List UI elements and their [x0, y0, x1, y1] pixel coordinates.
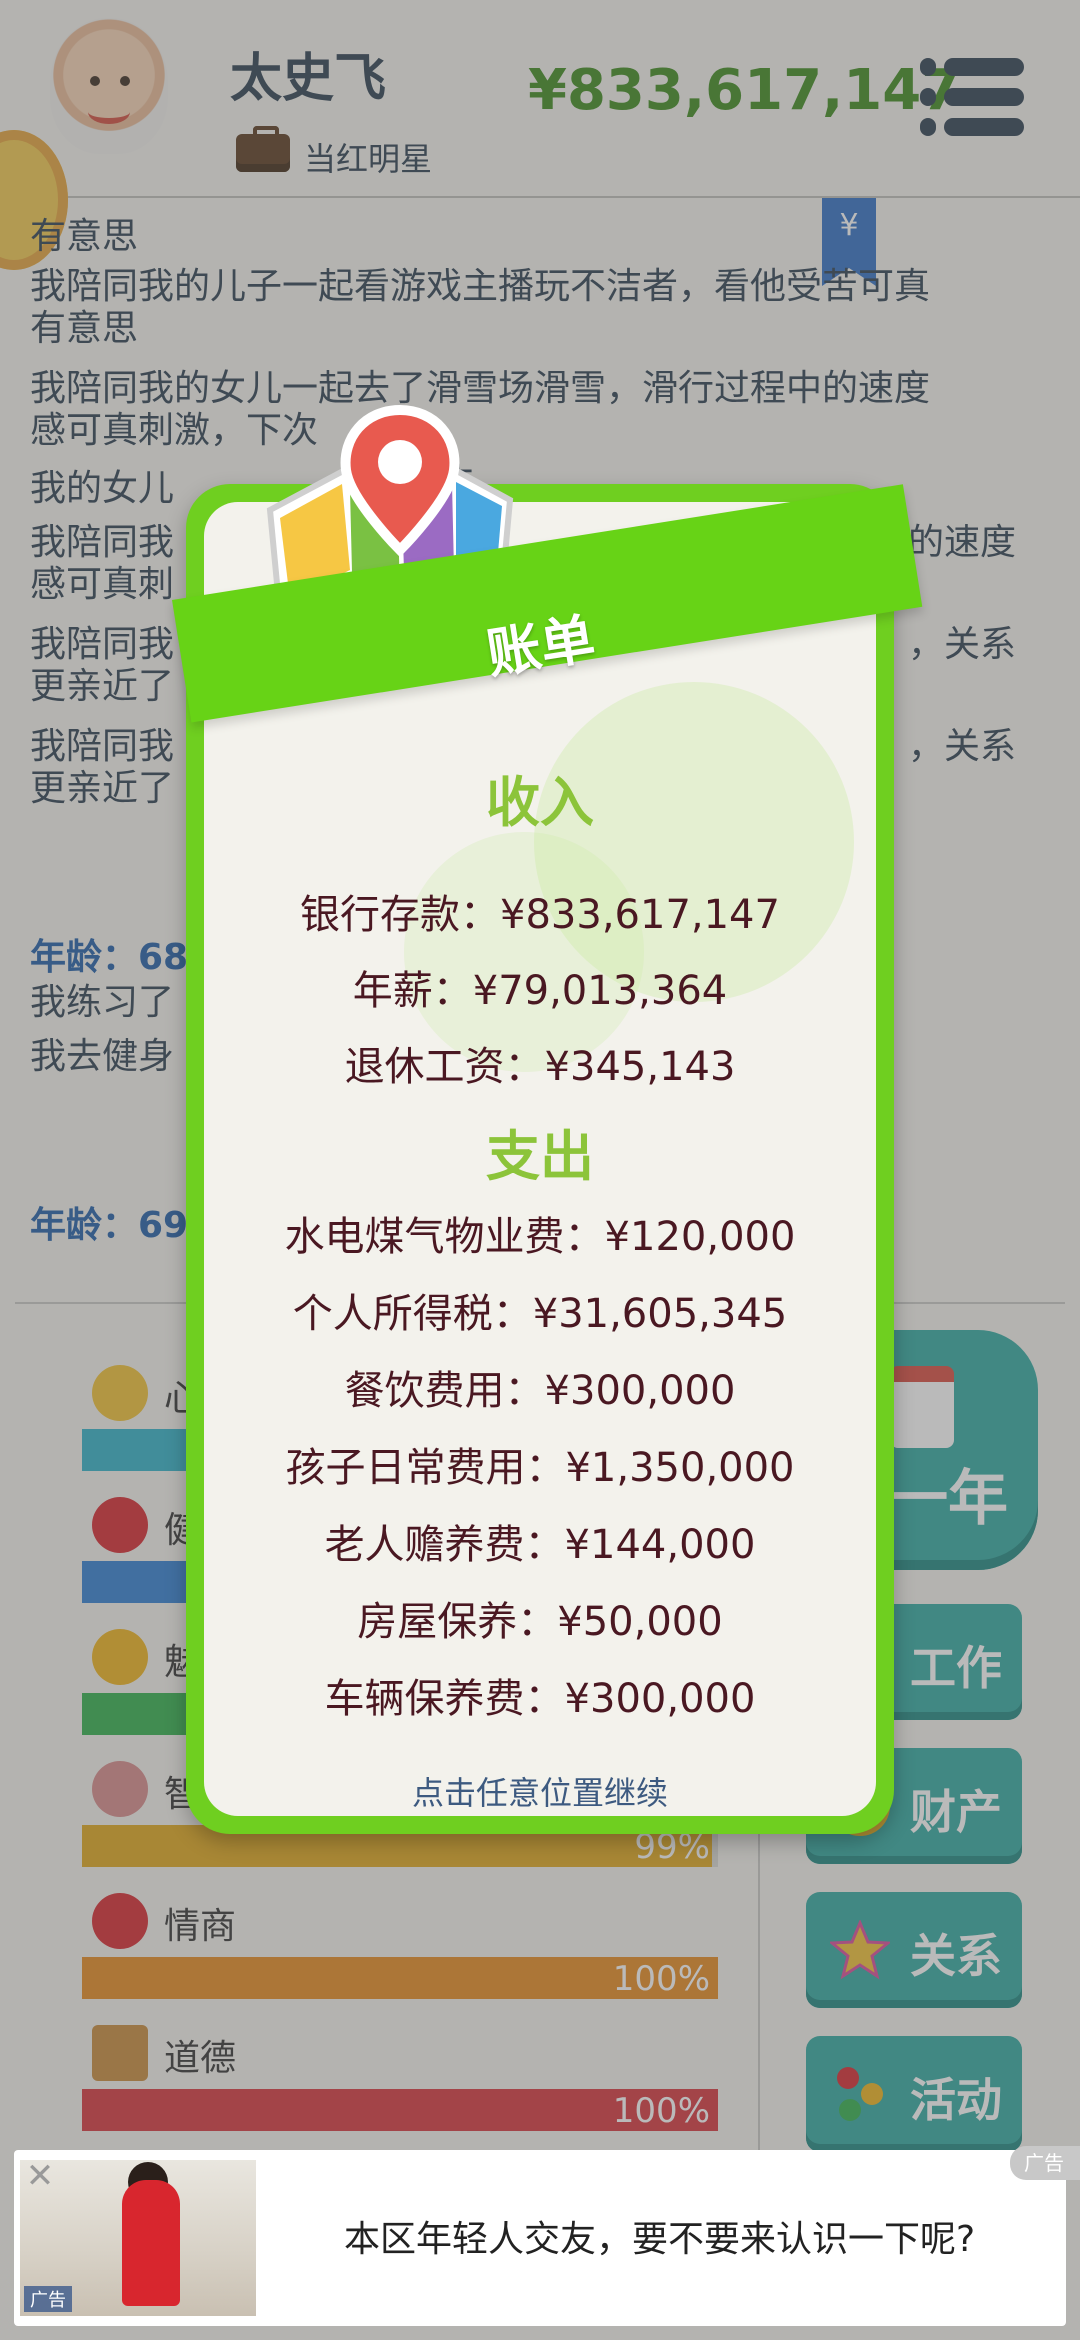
- expense-line: 水电煤气物业费：¥120,000: [284, 1214, 796, 1260]
- close-icon[interactable]: ✕: [20, 2156, 60, 2196]
- income-line: 年薪：¥79,013,364: [352, 968, 728, 1014]
- expense-line: 个人所得税：¥31,605,345: [292, 1291, 788, 1337]
- ad-text[interactable]: 本区年轻人交友，要不要来认识一下呢?: [344, 2210, 975, 2262]
- income-title: 收入: [486, 771, 594, 834]
- expense-title: 支出: [486, 1125, 594, 1188]
- bill-title: 账单: [482, 606, 600, 686]
- expense-line: 房屋保养：¥50,000: [357, 1599, 723, 1645]
- expense-line: 餐饮费用：¥300,000: [344, 1368, 736, 1414]
- expense-line: 老人赡养费：¥144,000: [324, 1522, 756, 1568]
- continue-hint[interactable]: 点击任意位置继续: [186, 1768, 894, 1814]
- expense-line: 车辆保养费：¥300,000: [324, 1676, 756, 1722]
- income-line: 退休工资：¥345,143: [344, 1044, 736, 1090]
- income-line: 银行存款：¥833,617,147: [300, 892, 780, 938]
- ad-label: 广告: [1010, 2146, 1080, 2180]
- expense-line: 孩子日常费用：¥1,350,000: [285, 1445, 795, 1491]
- ad-banner[interactable]: 广告 ✕ 本区年轻人交友，要不要来认识一下呢?: [14, 2150, 1066, 2326]
- ad-image-tag: 广告: [24, 2286, 72, 2312]
- ad-person: [122, 2180, 180, 2306]
